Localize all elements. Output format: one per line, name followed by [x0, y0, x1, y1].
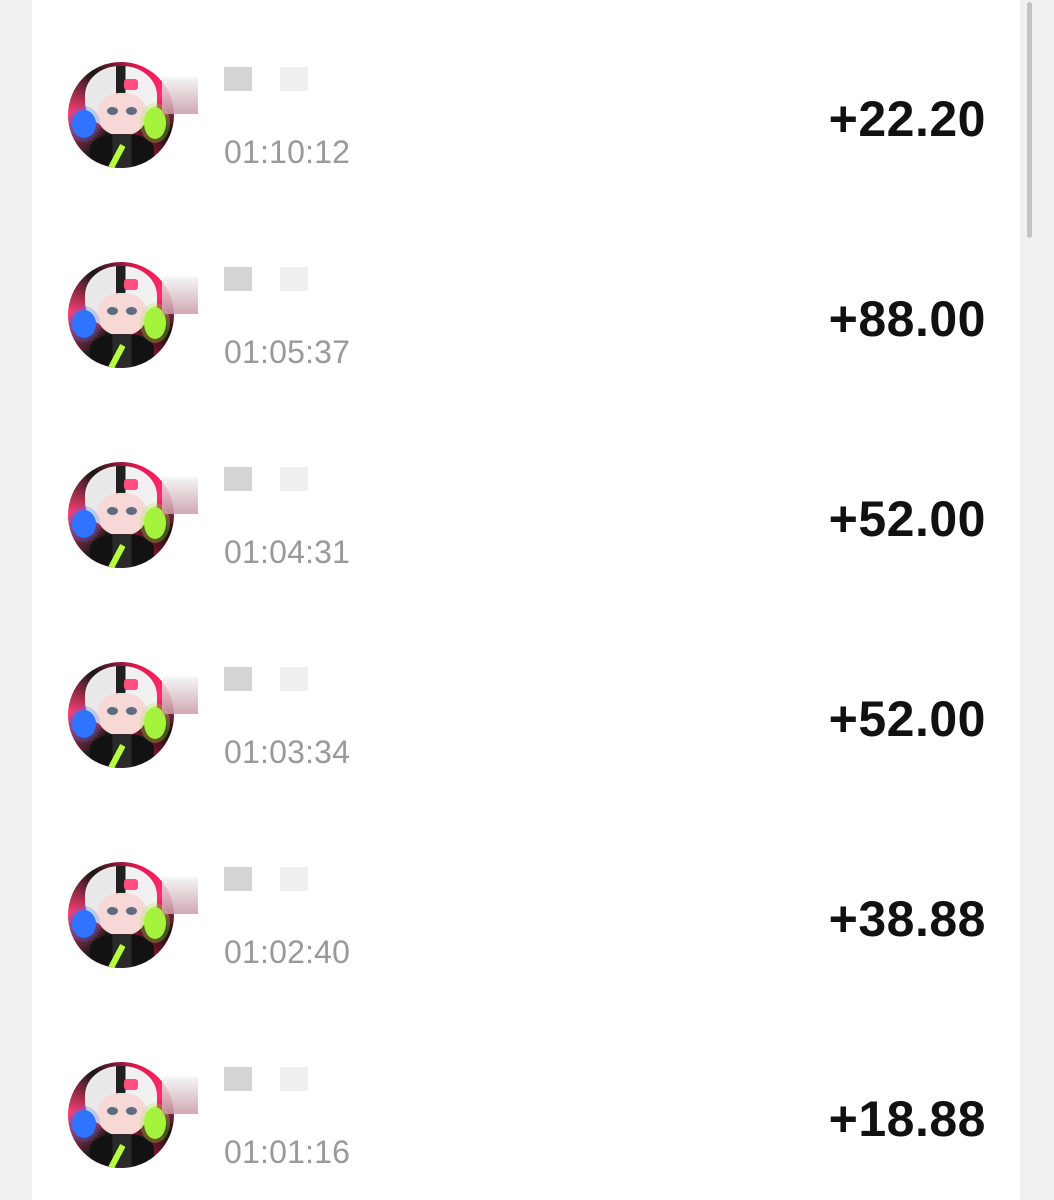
- list-item[interactable]: 01:10:12 +22.20: [32, 0, 1020, 200]
- scroll-thumb[interactable]: [1027, 2, 1032, 238]
- redacted-name: [162, 462, 312, 514]
- list-item[interactable]: 01:04:31 +52.00: [32, 400, 1020, 600]
- list-item[interactable]: 01:02:40 +38.88: [32, 800, 1020, 1000]
- redacted-name: [162, 62, 312, 114]
- transaction-time: 01:03:34: [224, 734, 351, 770]
- transaction-time: 01:05:37: [224, 334, 351, 370]
- anime-avatar-icon: [68, 662, 174, 768]
- transaction-time: 01:02:40: [224, 934, 351, 970]
- redacted-name: [162, 662, 312, 714]
- scrollbar[interactable]: [1020, 0, 1054, 1200]
- redacted-name: [162, 262, 312, 314]
- transaction-amount: +18.88: [828, 1091, 986, 1147]
- redacted-name: [162, 862, 312, 914]
- list-item[interactable]: 01:01:16 +18.88: [32, 1000, 1020, 1200]
- transaction-amount: +52.00: [828, 691, 986, 747]
- transaction-time: 01:01:16: [224, 1134, 351, 1170]
- redacted-name: [162, 1062, 312, 1114]
- anime-avatar-icon: [68, 262, 174, 368]
- transaction-time: 01:10:12: [224, 134, 351, 170]
- transaction-list: 01:10:12 +22.20 01:05:37 +88.00 01:04:31…: [32, 0, 1020, 1200]
- list-item[interactable]: 01:05:37 +88.00: [32, 200, 1020, 400]
- anime-avatar-icon: [68, 62, 174, 168]
- anime-avatar-icon: [68, 1062, 174, 1168]
- transaction-amount: +88.00: [828, 291, 986, 347]
- list-item[interactable]: 01:03:34 +52.00: [32, 600, 1020, 800]
- transaction-amount: +38.88: [828, 891, 986, 947]
- anime-avatar-icon: [68, 862, 174, 968]
- transaction-amount: +52.00: [828, 491, 986, 547]
- transaction-amount: +22.20: [828, 91, 986, 147]
- transaction-time: 01:04:31: [224, 534, 351, 570]
- anime-avatar-icon: [68, 462, 174, 568]
